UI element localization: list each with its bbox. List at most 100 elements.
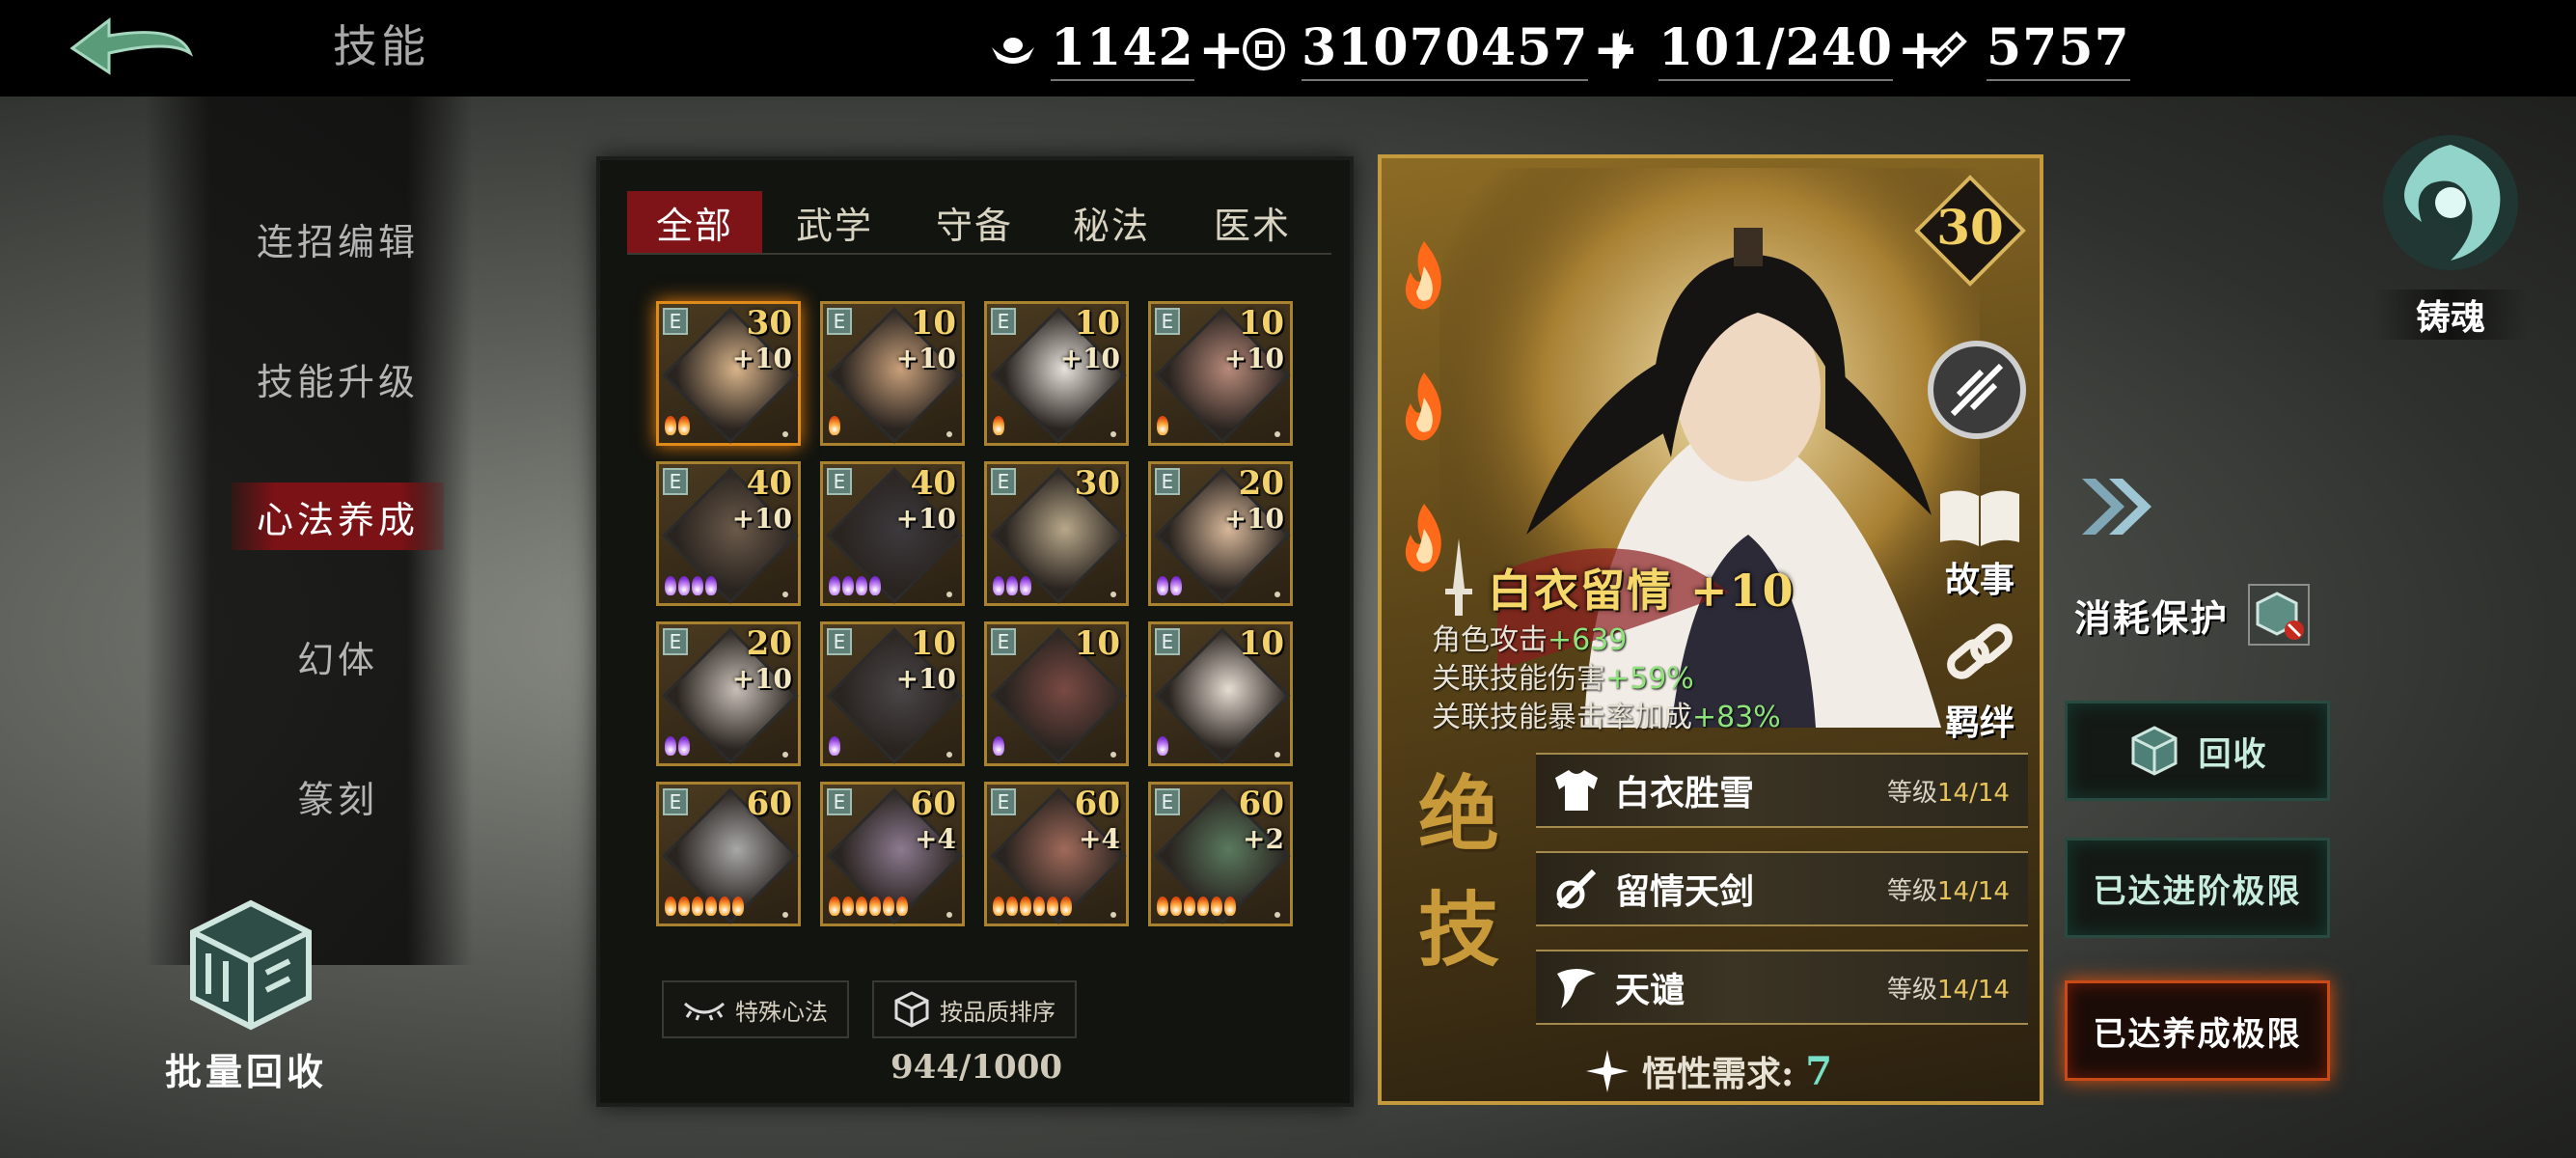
stat-crit-rate-label: 关联技能暴击率加成 <box>1432 701 1692 734</box>
skill-card[interactable]: E 30 +10 <box>656 301 801 446</box>
flame-icon <box>856 896 867 916</box>
skill-card[interactable]: E 10 <box>1148 621 1293 766</box>
star-flames <box>993 896 1072 920</box>
ultimate-char-1: 绝 <box>1418 766 1500 862</box>
skill-card[interactable]: E 60 +2 <box>1148 782 1293 926</box>
skill-level-value: 14/14 <box>1937 975 2010 1005</box>
flame-icon <box>1157 576 1168 595</box>
skill-row-tianqian[interactable]: 天谴 等级14/14 <box>1536 950 2028 1025</box>
flame-icon <box>1157 896 1168 916</box>
card-refine: +2 <box>1243 823 1284 855</box>
tab-medicine[interactable]: 医术 <box>1185 191 1320 253</box>
flame-icon <box>705 896 717 916</box>
ingot-plus-button[interactable]: + <box>1198 16 1246 82</box>
skill-card[interactable]: E 60 <box>656 782 801 926</box>
tab-all[interactable]: 全部 <box>627 191 762 253</box>
flame-icon <box>732 896 744 916</box>
skill-card[interactable]: E 40 +10 <box>820 461 965 606</box>
skill-card[interactable]: E 10 +10 <box>820 621 965 766</box>
card-level: 10 <box>1074 304 1120 343</box>
tab-martial[interactable]: 武学 <box>767 191 902 253</box>
ticket-icon <box>1925 25 1973 73</box>
recycle-button[interactable]: 回收 <box>2065 701 2330 801</box>
skill-card[interactable]: E 20 +10 <box>656 621 801 766</box>
recycle-label: 回收 <box>2198 734 2268 774</box>
flame-icon <box>869 576 881 595</box>
soul-forge-label: 铸魂 <box>2373 290 2528 340</box>
nav-item-skill-upgrade[interactable]: 技能升级 <box>232 345 444 412</box>
card-level: 10 <box>1238 304 1284 343</box>
comprehension-requirement: 悟性需求: 7 <box>1584 1046 1832 1096</box>
flame-icon <box>1197 896 1209 916</box>
card-refine: +10 <box>895 343 956 374</box>
soul-forge-button[interactable]: 铸魂 <box>2373 125 2528 347</box>
skill-card[interactable]: E 60 +4 <box>984 782 1129 926</box>
consume-protection-label: 消耗保护 <box>2074 595 2230 640</box>
coin-icon <box>1240 25 1288 73</box>
skill-card[interactable]: E 40 +10 <box>656 461 801 606</box>
skill-card[interactable]: E 30 <box>984 461 1129 606</box>
tab-defense[interactable]: 守备 <box>907 191 1042 253</box>
flame-icon <box>665 896 676 916</box>
resource-coin: 31070457 + <box>1240 15 1639 83</box>
ultimate-char-2: 技 <box>1418 882 1500 978</box>
card-level: 60 <box>1238 785 1284 823</box>
skill-card[interactable]: E 10 +10 <box>820 301 965 446</box>
cube-forbidden-icon <box>2256 592 2305 640</box>
card-level: 10 <box>1074 624 1120 663</box>
back-button[interactable] <box>58 10 203 87</box>
skill-card[interactable]: E 10 +10 <box>1148 301 1293 446</box>
comprehension-label: 悟性需求: <box>1642 1054 1795 1094</box>
batch-recycle-button[interactable]: 批量回收 <box>154 897 338 1093</box>
flame-icon <box>678 736 690 756</box>
star-flames <box>1157 736 1168 759</box>
skill-card[interactable]: E 10 +10 <box>984 301 1129 446</box>
advance-max-button[interactable]: 已达进阶极限 <box>2065 838 2330 938</box>
dot-marker <box>946 752 952 758</box>
double-chevron-right-icon[interactable] <box>2074 473 2161 540</box>
nav-item-mental-cultivation[interactable]: 心法养成 <box>232 482 444 550</box>
stat-attack-label: 角色攻击 <box>1432 623 1548 657</box>
stat-crit-rate: 关联技能暴击率加成+83% <box>1432 693 1781 735</box>
bond-button[interactable]: 羁绊 <box>1922 620 2038 745</box>
special-mental-button[interactable]: 特殊心法 <box>662 980 849 1038</box>
consume-protection-toggle[interactable] <box>2248 584 2311 646</box>
card-level: 60 <box>910 785 956 823</box>
star-flames <box>1157 896 1236 920</box>
skill-row-baiyi[interactable]: 白衣胜雪 等级14/14 <box>1536 753 2028 828</box>
story-button[interactable]: 故事 <box>1922 486 2038 602</box>
flame-icon <box>993 896 1004 916</box>
flame-icon <box>1060 896 1072 916</box>
flame-icon <box>705 576 717 595</box>
dot-marker <box>782 752 788 758</box>
card-level: 10 <box>910 304 956 343</box>
skill-card[interactable]: E 60 +4 <box>820 782 965 926</box>
card-refine: +10 <box>895 503 956 535</box>
skill-card[interactable]: E 10 <box>984 621 1129 766</box>
recycle-cube-icon <box>2131 726 2177 776</box>
nav-item-combo-edit[interactable]: 连招编辑 <box>232 205 444 272</box>
flame-icon <box>678 416 690 435</box>
stat-skill-damage-value: +59% <box>1605 662 1694 696</box>
nav-item-engrave[interactable]: 篆刻 <box>232 762 444 830</box>
robe-icon <box>1548 761 1605 819</box>
coin-value: 31070457 <box>1302 18 1589 81</box>
flame-icon <box>1184 896 1195 916</box>
swirl-sword-icon <box>1548 860 1605 918</box>
flame-icon <box>1006 576 1018 595</box>
sort-quality-button[interactable]: 按品质排序 <box>872 980 1077 1038</box>
sort-cube-icon <box>894 991 929 1028</box>
flame-icon <box>1006 896 1018 916</box>
soul-swirl-icon <box>2383 135 2518 270</box>
skill-card[interactable]: E 20 +10 <box>1148 461 1293 606</box>
nav-item-phantom[interactable]: 幻体 <box>232 622 444 690</box>
equipped-badge: E <box>1155 468 1180 495</box>
sword-emblem-icon <box>1928 341 2026 439</box>
ultimate-skill-label: 绝 技 <box>1418 757 1505 1007</box>
skill-row-liuqing[interactable]: 留情天剑 等级14/14 <box>1536 851 2028 926</box>
card-refine: +10 <box>1059 343 1120 374</box>
stat-attack: 角色攻击+639 <box>1432 616 1627 658</box>
tab-secret[interactable]: 秘法 <box>1044 191 1179 253</box>
skill-card-grid: E 30 +10 E 10 +10 E 10 +10 E 10 +10 E 40 +10 E 40 +10 E 30 E… <box>656 301 1312 957</box>
cultivate-max-button[interactable]: 已达养成极限 <box>2065 980 2330 1081</box>
